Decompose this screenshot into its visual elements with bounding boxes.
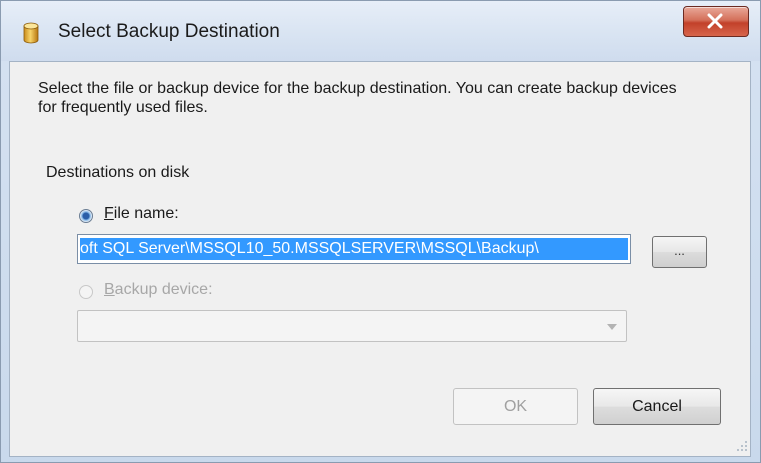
file-name-radio[interactable] — [79, 209, 93, 223]
close-button[interactable] — [683, 6, 749, 37]
close-x-icon — [707, 13, 723, 29]
title-bar[interactable]: Select Backup Destination — [1, 1, 760, 61]
file-name-value: oft SQL Server\MSSQL10_50.MSSQLSERVER\MS… — [80, 238, 628, 260]
file-name-radio-label[interactable]: File name: — [104, 205, 179, 223]
backup-device-radio[interactable] — [79, 285, 93, 299]
chevron-down-icon — [607, 324, 617, 330]
backup-device-select[interactable] — [77, 310, 627, 342]
ok-button[interactable]: OK — [453, 388, 578, 425]
instructions-text: Select the file or backup device for the… — [38, 80, 677, 116]
file-name-input[interactable]: oft SQL Server\MSSQL10_50.MSSQLSERVER\MS… — [77, 234, 631, 264]
dialog-title: Select Backup Destination — [58, 21, 280, 42]
destinations-label: Destinations on disk — [46, 164, 190, 181]
backup-device-radio-label[interactable]: Backup device: — [104, 281, 213, 299]
resize-grip-icon[interactable] — [736, 440, 748, 452]
database-cylinder-icon — [23, 22, 39, 44]
cancel-button[interactable]: Cancel — [593, 388, 721, 425]
browse-button[interactable]: ... — [652, 236, 707, 268]
